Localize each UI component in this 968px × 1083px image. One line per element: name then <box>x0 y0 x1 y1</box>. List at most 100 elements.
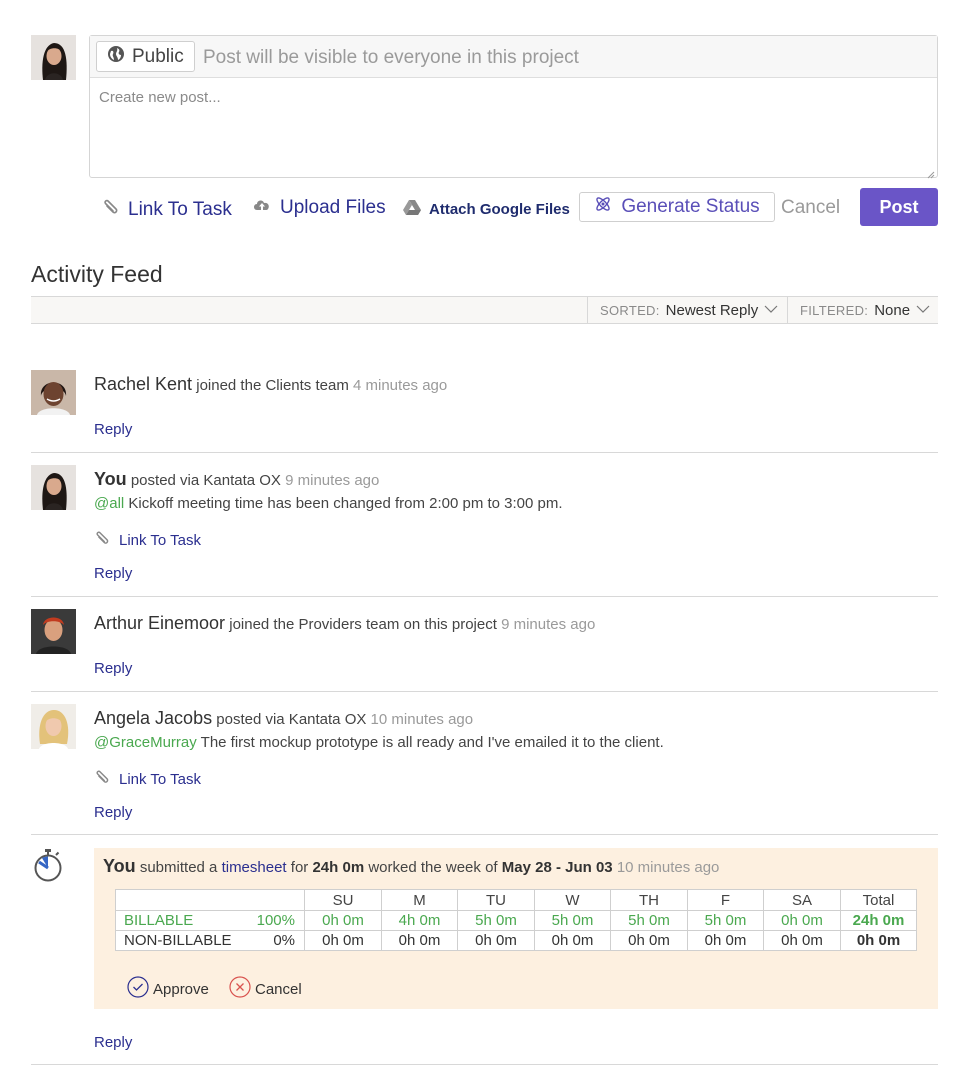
cancel-post-button[interactable]: Cancel <box>781 197 840 219</box>
feed-item-header: You posted via Kantata OX 9 minutes ago <box>94 469 379 490</box>
day-header: F <box>687 889 764 911</box>
row-label: NON-BILLABLE <box>124 932 232 949</box>
timesheet-card: You submitted a timesheet for 24h 0m wor… <box>94 848 938 1009</box>
day-header: SA <box>763 889 841 911</box>
current-user-avatar <box>31 35 76 80</box>
new-post-input[interactable] <box>90 78 937 177</box>
sort-label: SORTED: <box>600 302 660 318</box>
author-name[interactable]: Angela Jacobs <box>94 708 212 728</box>
reply-link[interactable]: Reply <box>94 421 132 438</box>
feed-item-header: Angela Jacobs posted via Kantata OX 10 m… <box>94 708 473 729</box>
total-cell: 0h 0m <box>840 930 917 951</box>
hours-cell: 0h 0m <box>381 930 458 951</box>
filter-dropdown[interactable]: FILTERED: None <box>787 297 938 323</box>
approve-button[interactable]: Approve <box>127 976 209 1002</box>
activity-text: joined the Providers team on this projec… <box>229 616 497 633</box>
feed-divider <box>31 691 938 692</box>
visibility-selector[interactable]: Public <box>96 41 195 72</box>
x-circle-icon <box>229 976 251 1002</box>
avatar-arthur-einemoor[interactable] <box>31 609 76 654</box>
row-label: BILLABLE <box>124 912 194 929</box>
feed-divider <box>31 596 938 597</box>
check-circle-icon <box>127 976 149 1002</box>
globe-icon <box>107 45 125 69</box>
reply-link[interactable]: Reply <box>94 804 132 821</box>
sort-value: Newest Reply <box>665 301 759 319</box>
hours-cell: 0h 0m <box>304 930 382 951</box>
activity-text: posted via Kantata OX <box>130 472 281 489</box>
mention-link[interactable]: @all <box>94 495 124 512</box>
hours-cell: 5h 0m <box>457 910 535 931</box>
feed-item-header: Rachel Kent joined the Clients team 4 mi… <box>94 374 447 395</box>
feed-item-header: Arthur Einemoor joined the Providers tea… <box>94 613 595 634</box>
cancel-label: Cancel <box>255 980 302 998</box>
feed-divider <box>31 452 938 453</box>
filter-value: None <box>874 301 911 319</box>
timesheet-link[interactable]: timesheet <box>222 859 287 876</box>
total-header: Total <box>840 889 917 911</box>
hours-cell: 0h 0m <box>763 930 841 951</box>
timesheet-header-row: SU M TU W TH F SA Total <box>115 889 917 911</box>
message-text: The first mockup prototype is all ready … <box>200 734 664 751</box>
day-header: W <box>534 889 611 911</box>
activity-text: posted via Kantata OX <box>216 711 367 728</box>
timestamp: 10 minutes ago <box>616 859 720 876</box>
stopwatch-icon <box>33 848 63 887</box>
cloud-upload-icon <box>252 197 272 219</box>
activity-text: submitted a <box>139 859 218 876</box>
author-name[interactable]: You <box>94 469 127 489</box>
avatar-rachel-kent[interactable] <box>31 370 76 415</box>
day-header: SU <box>304 889 382 911</box>
link-to-task-button[interactable]: Link To Task <box>94 768 201 790</box>
link-to-task-label: Link To Task <box>128 199 232 220</box>
reply-link[interactable]: Reply <box>94 1034 132 1051</box>
hours-cell: 0h 0m <box>763 910 841 931</box>
resize-handle-icon[interactable] <box>926 166 935 179</box>
upload-files-button[interactable]: Upload Files <box>252 197 386 219</box>
attach-google-files-label: Attach Google Files <box>429 200 570 218</box>
google-drive-icon <box>403 199 421 219</box>
filter-label: FILTERED: <box>800 302 869 318</box>
feed-divider <box>31 1064 938 1065</box>
timesheet-table: SU M TU W TH F SA Total BILLABLE 100% 0h… <box>115 889 917 951</box>
row-percent: 100% <box>256 912 295 929</box>
avatar-you[interactable] <box>31 465 76 510</box>
hours-cell: 0h 0m <box>687 930 764 951</box>
mention-link[interactable]: @GraceMurray <box>94 734 197 751</box>
sort-dropdown[interactable]: SORTED: Newest Reply <box>587 297 787 323</box>
generate-status-button[interactable]: Generate Status <box>579 192 775 222</box>
hours-cell: 0h 0m <box>457 930 535 951</box>
author-name[interactable]: Arthur Einemoor <box>94 613 225 633</box>
reject-button[interactable]: Cancel <box>229 976 302 1002</box>
timesheet-hours: 24h 0m <box>312 859 365 876</box>
link-to-task-button[interactable]: Link To Task <box>102 197 232 223</box>
row-label-cell: NON-BILLABLE 0% <box>115 930 305 951</box>
feed-sort-bar: SORTED: Newest Reply FILTERED: None <box>31 296 938 324</box>
paperclip-icon <box>94 768 111 790</box>
link-to-task-button[interactable]: Link To Task <box>94 529 201 551</box>
post-message: @all Kickoff meeting time has been chang… <box>94 495 563 512</box>
timestamp: 9 minutes ago <box>285 472 380 489</box>
timestamp: 4 minutes ago <box>353 377 448 394</box>
activity-text: joined the Clients team <box>196 377 349 394</box>
paperclip-icon <box>102 197 120 223</box>
post-button[interactable]: Post <box>860 188 938 226</box>
row-label-cell: BILLABLE 100% <box>115 910 305 931</box>
activity-text: for <box>290 859 309 876</box>
row-percent: 0% <box>273 932 295 949</box>
author-name[interactable]: You <box>103 856 136 876</box>
avatar-angela-jacobs[interactable] <box>31 704 76 749</box>
blank-header-cell <box>115 889 305 911</box>
reply-link[interactable]: Reply <box>94 565 132 582</box>
hours-cell: 4h 0m <box>381 910 458 931</box>
timesheet-header: You submitted a timesheet for 24h 0m wor… <box>103 856 719 877</box>
generate-status-label: Generate Status <box>621 196 760 217</box>
table-row: BILLABLE 100% 0h 0m 4h 0m 5h 0m 5h 0m 5h… <box>115 910 917 931</box>
table-row: NON-BILLABLE 0% 0h 0m 0h 0m 0h 0m 0h 0m … <box>115 930 917 951</box>
reply-link[interactable]: Reply <box>94 660 132 677</box>
link-to-task-label: Link To Task <box>119 770 201 788</box>
attach-google-files-button[interactable]: Attach Google Files <box>403 199 570 219</box>
author-name[interactable]: Rachel Kent <box>94 374 192 394</box>
paperclip-icon <box>94 529 111 551</box>
hours-cell: 5h 0m <box>687 910 764 931</box>
